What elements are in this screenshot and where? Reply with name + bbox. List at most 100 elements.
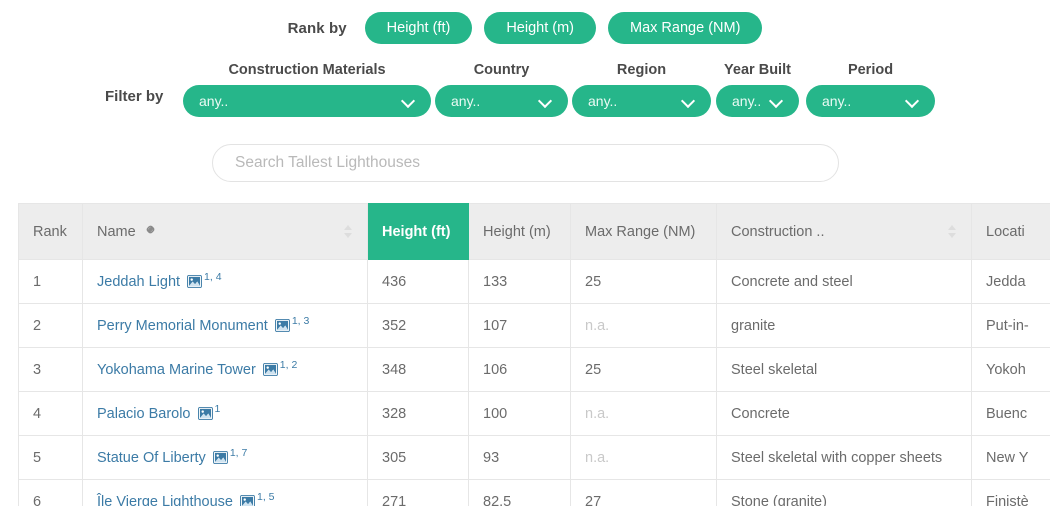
filter-value-country: any.. (451, 93, 481, 109)
chevron-down-icon (906, 95, 919, 108)
cell-rank: 1 (18, 259, 83, 304)
height-ft-value: 271 (382, 493, 407, 506)
rank-by-height-m-button[interactable]: Height (m) (484, 12, 597, 44)
cell-height-m: 100 (468, 391, 571, 436)
cell-height-m: 107 (468, 303, 571, 348)
column-header-construction[interactable]: Construction .. (716, 203, 972, 260)
table-row[interactable]: 2 Perry Memorial Monument 1, 3 352 107 n.a. gr… (18, 303, 1050, 348)
cell-rank: 6 (18, 479, 83, 506)
lighthouse-name-link[interactable]: Statue Of Liberty (97, 450, 206, 466)
reference-superscript[interactable]: 1, 5 (257, 491, 275, 503)
filter-by-row: Construction Materials any.. Country any… (0, 62, 1050, 132)
height-m-value: 100 (483, 405, 508, 422)
table-row[interactable]: 6 Île Vierge Lighthouse 1, 5 271 82.5 27 Stone… (18, 479, 1050, 506)
max-range-value: 27 (585, 493, 602, 506)
column-header-rank[interactable]: Rank (18, 203, 83, 260)
sort-indicator-icon[interactable] (344, 224, 353, 239)
lighthouse-name-link[interactable]: Île Vierge Lighthouse (97, 494, 233, 506)
cell-rank: 5 (18, 435, 83, 480)
column-label-construction: Construction .. (731, 223, 825, 240)
table-row[interactable]: 3 Yokohama Marine Tower 1, 2 348 106 25 Steel … (18, 347, 1050, 392)
column-header-name[interactable]: Name (82, 203, 368, 260)
chevron-down-icon (402, 95, 415, 108)
cell-name[interactable]: Yokohama Marine Tower 1, 2 (82, 347, 368, 392)
column-label-rank: Rank (33, 223, 67, 240)
image-icon[interactable] (262, 362, 278, 380)
reference-superscript[interactable]: 1, 4 (204, 271, 222, 283)
table-row[interactable]: 4 Palacio Barolo 1 328 100 n.a. Concrete Buenc (18, 391, 1050, 436)
cell-name[interactable]: Île Vierge Lighthouse 1, 5 (82, 479, 368, 506)
filter-select-construction-materials[interactable]: any.. (183, 85, 431, 117)
filter-select-period[interactable]: any.. (806, 85, 935, 117)
image-icon[interactable] (187, 274, 202, 292)
height-ft-value: 436 (382, 273, 407, 290)
reference-superscript[interactable]: 1, 2 (280, 359, 298, 371)
height-ft-value: 305 (382, 449, 407, 466)
filter-caption-period: Period (847, 62, 894, 78)
table-row[interactable]: 1 Jeddah Light 1, 4 436 133 25 Concrete and st… (18, 259, 1050, 304)
cell-name[interactable]: Palacio Barolo 1 (82, 391, 368, 436)
image-icon[interactable] (274, 318, 290, 336)
construction-value: Steel skeletal (731, 361, 818, 378)
column-label-name: Name (97, 223, 136, 240)
cell-rank: 4 (18, 391, 83, 436)
rank-value: 1 (33, 273, 42, 290)
location-value: Yokoh (986, 361, 1026, 378)
rank-by-height-ft-button[interactable]: Height (ft) (364, 12, 473, 44)
cell-location: Put-in- (971, 303, 1050, 348)
search-input[interactable] (235, 145, 816, 181)
column-header-max-range-nm[interactable]: Max Range (NM) (570, 203, 717, 260)
construction-value: Steel skeletal with copper sheets (731, 449, 943, 466)
construction-value: Concrete and steel (731, 273, 853, 290)
table-header-row: Rank Name Height (ft) Height (m) Max Ran… (18, 203, 1050, 260)
cell-name[interactable]: Jeddah Light 1, 4 (82, 259, 368, 304)
lighthouse-name-link[interactable]: Palacio Barolo (97, 406, 191, 422)
column-header-height-ft[interactable]: Height (ft) (367, 203, 469, 260)
lighthouse-ranking-page: Rank by Height (ft) Height (m) Max Range… (0, 0, 1050, 506)
filter-select-year-built[interactable]: any.. (716, 85, 799, 117)
location-value: New Y (986, 449, 1029, 466)
location-value: Put-in- (986, 317, 1029, 334)
column-label-location: Locati (986, 223, 1025, 240)
tallest-lighthouses-table: Rank Name Height (ft) Height (m) Max Ran… (18, 203, 1050, 506)
cell-rank: 2 (18, 303, 83, 348)
filter-caption-year-built: Year Built (724, 62, 791, 78)
rank-value: 5 (33, 449, 42, 466)
filter-select-country[interactable]: any.. (435, 85, 568, 117)
cell-name[interactable]: Statue Of Liberty 1, 7 (82, 435, 368, 480)
reference-superscript[interactable]: 1 (215, 403, 221, 415)
reference-superscript[interactable]: 1, 7 (230, 447, 248, 459)
lighthouse-name-link[interactable]: Jeddah Light (97, 274, 180, 290)
cell-max-range-nm: n.a. (570, 391, 717, 436)
height-ft-value: 348 (382, 361, 407, 378)
cell-height-m: 93 (468, 435, 571, 480)
cell-height-ft: 436 (367, 259, 469, 304)
table-body: 1 Jeddah Light 1, 4 436 133 25 Concrete and st… (18, 259, 1050, 506)
rank-value: 2 (33, 317, 42, 334)
rank-by-max-range-button[interactable]: Max Range (NM) (608, 12, 763, 44)
cell-height-ft: 328 (367, 391, 469, 436)
cell-location: Jedda (971, 259, 1050, 304)
filter-select-region[interactable]: any.. (572, 85, 711, 117)
image-icon[interactable] (197, 406, 213, 424)
cell-location: Finistè (971, 479, 1050, 506)
cell-construction: Stone (granite) (716, 479, 972, 506)
max-range-value: n.a. (585, 317, 610, 334)
lighthouse-name-link[interactable]: Yokohama Marine Tower (97, 362, 256, 378)
lighthouse-name-link[interactable]: Perry Memorial Monument (97, 318, 268, 334)
filter-value-period: any.. (822, 93, 852, 109)
sort-indicator-icon[interactable] (948, 224, 957, 239)
column-header-location[interactable]: Locati (971, 203, 1050, 260)
column-header-height-m[interactable]: Height (m) (468, 203, 571, 260)
table-row[interactable]: 5 Statue Of Liberty 1, 7 305 93 n.a. Steel ske… (18, 435, 1050, 480)
cell-name[interactable]: Perry Memorial Monument 1, 3 (82, 303, 368, 348)
construction-value: Stone (granite) (731, 493, 827, 506)
image-icon[interactable] (240, 494, 255, 506)
reference-superscript[interactable]: 1, 3 (292, 315, 310, 327)
search-box[interactable] (212, 144, 839, 182)
height-m-value: 82.5 (483, 493, 512, 506)
results-table-container[interactable]: Rank Name Height (ft) Height (m) Max Ran… (18, 203, 1050, 506)
filter-caption-construction-materials: Construction Materials (228, 62, 386, 78)
image-icon[interactable] (212, 450, 228, 468)
height-m-value: 107 (483, 317, 508, 334)
